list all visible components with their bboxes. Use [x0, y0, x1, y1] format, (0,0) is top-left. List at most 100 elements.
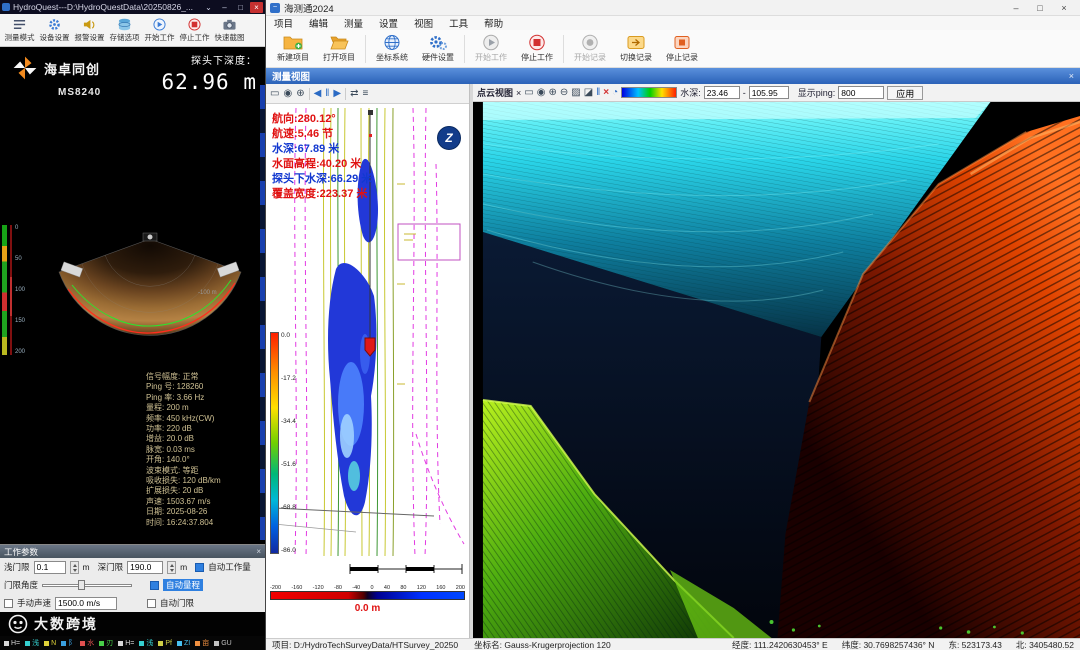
work-params-header: 工作参数 × — [0, 545, 265, 558]
screenshot-button[interactable]: 快速截图 — [212, 15, 247, 45]
hq-app-icon — [2, 3, 10, 11]
new-project-icon — [283, 34, 303, 51]
sound-speed-input[interactable] — [55, 597, 117, 610]
status-northing: 北: 3405480.52 — [1016, 639, 1074, 650]
hq-scale-ticks: 0 50 100 150 200 — [15, 225, 25, 355]
auto-gate-checkbox[interactable] — [147, 599, 156, 608]
status-chip: 阝 — [61, 638, 75, 648]
menu-help[interactable]: 帮助 — [476, 16, 511, 30]
menu-tools[interactable]: 工具 — [441, 16, 476, 30]
ht-start-work-button[interactable]: 开始工作 — [468, 32, 514, 66]
tab-measure-view[interactable]: 测量视图 — [272, 69, 310, 83]
gate-angle-slider[interactable] — [42, 579, 132, 591]
menu-settings[interactable]: 设置 — [371, 16, 406, 30]
storage-options-icon — [117, 18, 132, 31]
watermark-logo-icon — [8, 614, 28, 634]
color-gradient-bar — [621, 87, 677, 98]
ht-minimize-button[interactable]: – — [1004, 1, 1028, 15]
prev-icon[interactable]: ◀ — [314, 88, 322, 99]
depth-colorscale-labels: 0.0 -17.2 -34.4 -51.6 -68.8 -86.0 — [281, 332, 296, 554]
manual-speed-checkbox[interactable] — [4, 599, 13, 608]
auto-range-label[interactable]: 自动量程 — [163, 579, 203, 591]
swap-icon[interactable]: ⇄ — [350, 88, 358, 99]
zoom-in-icon[interactable]: ⊕ — [548, 87, 556, 98]
brand-name: 海卓同创 — [44, 59, 100, 78]
pause-icon[interactable]: ‖ — [596, 87, 600, 98]
hq-bottom-area: 大数跨境 H= 浅 N 阝 水 刃 H= 浅 Pf ZI 亩 GU — [0, 612, 265, 650]
ht-close-button[interactable]: × — [1052, 1, 1076, 15]
point-cloud-tab-close-icon[interactable]: × — [516, 88, 521, 98]
switch-record-button[interactable]: 切换记录 — [613, 32, 659, 66]
measure-mode-button[interactable]: 测量模式 — [2, 15, 37, 45]
point-cloud-3d-view[interactable] — [473, 102, 1080, 638]
layers-icon[interactable]: ≡ — [363, 88, 369, 99]
stop-record-button[interactable]: 停止记录 — [659, 32, 705, 66]
select-icon[interactable]: ▭ — [270, 88, 279, 99]
coordinate-system-icon — [382, 34, 402, 51]
ht-maximize-button[interactable]: □ — [1028, 1, 1052, 15]
ht-app-icon: ~ — [270, 3, 280, 13]
hq-titlebar: HydroQuest---D:\HydroQuestData\20250826_… — [0, 0, 265, 14]
hq-side-strip — [260, 85, 265, 540]
device-settings-button[interactable]: 设备设置 — [37, 15, 72, 45]
ht-stop-work-button[interactable]: 停止工作 — [514, 32, 560, 66]
open-project-button[interactable]: 打开项目 — [316, 32, 362, 66]
shallow-gate-input[interactable] — [34, 561, 66, 574]
clock-icon[interactable]: ◔ — [612, 87, 618, 98]
palette-icon[interactable]: ◪ — [584, 87, 593, 98]
tab-point-cloud[interactable]: 点云视图 — [477, 86, 513, 99]
zoom-fit-icon[interactable]: ⊕ — [296, 88, 304, 99]
clear-icon[interactable]: × — [603, 87, 609, 98]
status-chip: 水 — [80, 638, 94, 648]
start-record-button[interactable]: 开始记录 — [567, 32, 613, 66]
measure-mode-icon — [12, 18, 27, 31]
hq-toolbar: 测量模式 设备设置 报警设置 存储选项 开始工作 停止工作 — [0, 14, 265, 47]
hq-close-button[interactable]: × — [250, 2, 263, 13]
auto-work-checkbox[interactable] — [195, 563, 204, 572]
select-icon[interactable]: ▭ — [524, 87, 533, 98]
hq-maximize-button[interactable]: □ — [234, 2, 247, 13]
hardware-settings-button[interactable]: 硬件设置 — [415, 32, 461, 66]
locate-icon[interactable]: ◉ — [283, 88, 292, 99]
depth-min-input[interactable] — [704, 86, 740, 99]
hq-stop-work-button[interactable]: 停止工作 — [177, 15, 212, 45]
auto-range-checkbox[interactable] — [150, 581, 159, 590]
ping-count-input[interactable] — [838, 86, 884, 99]
hq-window-title: HydroQuest---D:\HydroQuestData\20250826_… — [13, 2, 199, 12]
switch-record-icon — [626, 34, 646, 51]
coordinate-system-button[interactable]: 坐标系统 — [369, 32, 415, 66]
next-icon[interactable]: ▶ — [333, 88, 341, 99]
deep-gate-input[interactable] — [127, 561, 163, 574]
depth-max-input[interactable] — [749, 86, 789, 99]
status-chip: H= — [118, 640, 134, 647]
depth-readout: 探头下深度： 62.96 m — [161, 52, 257, 94]
params-row-speed: 手动声速 自动门限 — [0, 594, 265, 612]
hq-minimize-button[interactable]: – — [218, 2, 231, 13]
shallow-gate-spinner[interactable] — [70, 561, 79, 574]
hq-start-work-button[interactable]: 开始工作 — [142, 15, 177, 45]
hq-scale-colorbar — [2, 225, 7, 355]
pause-icon[interactable]: ‖ — [325, 88, 329, 99]
alarm-settings-button[interactable]: 报警设置 — [72, 15, 107, 45]
measure-view-panel: ▭ ◉ ⊕ ◀ ‖ ▶ ⇄ ≡ — [266, 84, 470, 638]
new-project-button[interactable]: 新建项目 — [270, 32, 316, 66]
menu-project[interactable]: 项目 — [266, 16, 301, 30]
tab-close-icon[interactable]: × — [1069, 71, 1074, 81]
work-params-close-icon[interactable]: × — [256, 547, 261, 556]
ht-statusbar: 项目: D:/HydroTechSurveyData/HTSurvey_2025… — [266, 638, 1080, 650]
hardware-settings-icon — [428, 34, 448, 51]
menu-view[interactable]: 视图 — [406, 16, 441, 30]
menu-survey[interactable]: 测量 — [336, 16, 371, 30]
menu-edit[interactable]: 编辑 — [301, 16, 336, 30]
zoom-out-icon[interactable]: ⊖ — [560, 87, 568, 98]
deep-gate-spinner[interactable] — [167, 561, 176, 574]
stop-record-icon — [672, 34, 692, 51]
survey-map[interactable]: 航向:280.12° 航速:5.46 节 水深:67.89 米 水面高程:40.… — [266, 104, 469, 560]
locate-icon[interactable]: ◉ — [537, 87, 546, 98]
apply-button[interactable]: 应用 — [887, 86, 923, 100]
point-cloud-panel: 点云视图 × ▭ ◉ ⊕ ⊖ ▨ ◪ ‖ × ◔ 水深: - 显示ping — [473, 84, 1080, 638]
hq-pin-button[interactable]: ⌄ — [202, 2, 215, 13]
sonar-wedge-display[interactable]: -100 m — [50, 231, 250, 351]
storage-options-button[interactable]: 存储选项 — [107, 15, 142, 45]
eraser-icon[interactable]: ▨ — [571, 87, 580, 98]
